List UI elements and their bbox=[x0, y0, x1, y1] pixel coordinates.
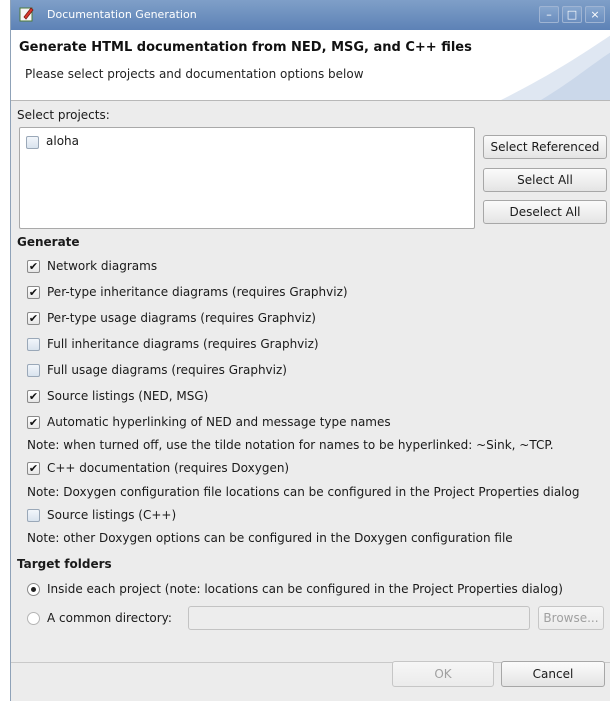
header-subtitle: Please select projects and documentation… bbox=[25, 67, 364, 81]
per-type-inheritance-checkbox[interactable]: ✔ bbox=[27, 286, 40, 299]
common-directory-radio[interactable] bbox=[27, 612, 40, 625]
full-inheritance-label[interactable]: Full inheritance diagrams (requires Grap… bbox=[47, 337, 319, 351]
documentation-generation-dialog: Documentation Generation – □ × Generate … bbox=[10, 0, 610, 701]
source-listings-cpp-label[interactable]: Source listings (C++) bbox=[47, 508, 176, 522]
title-bar[interactable]: Documentation Generation – □ × bbox=[11, 0, 610, 30]
window-title: Documentation Generation bbox=[47, 8, 197, 21]
header-title: Generate HTML documentation from NED, MS… bbox=[19, 40, 472, 55]
network-diagrams-checkbox[interactable]: ✔ bbox=[27, 260, 40, 273]
project-label-aloha[interactable]: aloha bbox=[46, 134, 79, 148]
close-button[interactable]: × bbox=[585, 6, 605, 23]
generate-group-title: Generate bbox=[17, 235, 80, 249]
per-type-inheritance-label[interactable]: Per-type inheritance diagrams (requires … bbox=[47, 285, 348, 299]
full-usage-checkbox[interactable] bbox=[27, 364, 40, 377]
network-diagrams-label[interactable]: Network diagrams bbox=[47, 259, 157, 273]
project-list[interactable]: aloha bbox=[19, 127, 475, 229]
minimize-button[interactable]: – bbox=[539, 6, 559, 23]
hyperlinking-note: Note: when turned off, use the tilde not… bbox=[27, 438, 554, 452]
doxygen-location-note: Note: Doxygen configuration file locatio… bbox=[27, 485, 580, 499]
header-separator bbox=[11, 100, 610, 101]
ok-button[interactable]: OK bbox=[392, 661, 494, 687]
source-listings-cpp-checkbox[interactable] bbox=[27, 509, 40, 522]
document-edit-icon bbox=[19, 7, 34, 22]
per-type-usage-checkbox[interactable]: ✔ bbox=[27, 312, 40, 325]
cpp-documentation-checkbox[interactable]: ✔ bbox=[27, 462, 40, 475]
common-directory-label[interactable]: A common directory: bbox=[47, 611, 172, 625]
select-projects-label: Select projects: bbox=[17, 108, 110, 122]
cancel-button[interactable]: Cancel bbox=[501, 661, 605, 687]
source-listings-ned-msg-label[interactable]: Source listings (NED, MSG) bbox=[47, 389, 208, 403]
doxygen-options-note: Note: other Doxygen options can be confi… bbox=[27, 531, 513, 545]
full-usage-label[interactable]: Full usage diagrams (requires Graphviz) bbox=[47, 363, 287, 377]
maximize-button[interactable]: □ bbox=[562, 6, 582, 23]
select-all-button[interactable]: Select All bbox=[483, 168, 607, 192]
inside-each-project-label[interactable]: Inside each project (note: locations can… bbox=[47, 582, 563, 596]
auto-hyperlinking-checkbox[interactable]: ✔ bbox=[27, 416, 40, 429]
auto-hyperlinking-label[interactable]: Automatic hyperlinking of NED and messag… bbox=[47, 415, 391, 429]
browse-button[interactable]: Browse... bbox=[538, 606, 604, 630]
source-listings-ned-msg-checkbox[interactable]: ✔ bbox=[27, 390, 40, 403]
per-type-usage-label[interactable]: Per-type usage diagrams (requires Graphv… bbox=[47, 311, 316, 325]
deselect-all-button[interactable]: Deselect All bbox=[483, 200, 607, 224]
dialog-header: Generate HTML documentation from NED, MS… bbox=[11, 30, 610, 100]
cpp-documentation-label[interactable]: C++ documentation (requires Doxygen) bbox=[47, 461, 289, 475]
common-directory-input[interactable] bbox=[188, 606, 530, 630]
full-inheritance-checkbox[interactable] bbox=[27, 338, 40, 351]
inside-each-project-radio[interactable] bbox=[27, 583, 40, 596]
project-checkbox-aloha[interactable] bbox=[26, 136, 39, 149]
select-referenced-button[interactable]: Select Referenced bbox=[483, 135, 607, 159]
target-folders-title: Target folders bbox=[17, 557, 112, 571]
